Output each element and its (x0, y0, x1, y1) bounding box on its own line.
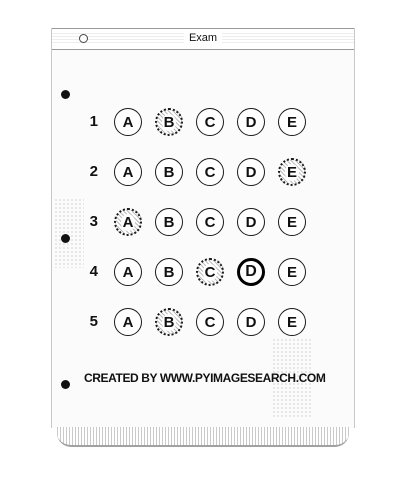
answer-bubble-q5-c[interactable]: C (196, 308, 224, 336)
bubble-letter: C (204, 113, 216, 131)
question-number: 3 (89, 213, 98, 230)
bubble-letter: D (245, 213, 257, 231)
answer-bubble-q5-a[interactable]: A (114, 308, 142, 336)
answer-bubble-q5-d[interactable]: D (237, 308, 265, 336)
bubble-letter: C (202, 263, 218, 281)
exam-sheet: Exam 1ABCDE2ABCDE3ABCDE4ABCDE5ABCDE CREA… (51, 28, 355, 428)
answer-bubble-q1-e[interactable]: E (278, 108, 306, 136)
bubble-letter: E (284, 163, 299, 181)
answer-bubble-q5-b[interactable]: B (155, 308, 183, 336)
answer-bubble-q1-a[interactable]: A (114, 108, 142, 136)
bubble-letter: C (204, 213, 216, 231)
answer-bubble-q3-a[interactable]: A (114, 208, 142, 236)
answer-bubble-q1-c[interactable]: C (196, 108, 224, 136)
answer-bubble-q1-d[interactable]: D (237, 108, 265, 136)
answer-bubble-q2-b[interactable]: B (155, 158, 183, 186)
bubble-letter: A (122, 313, 134, 331)
answer-bubble-q3-d[interactable]: D (237, 208, 265, 236)
bubble-letter: B (163, 163, 175, 181)
answer-bubble-q4-c[interactable]: C (196, 258, 224, 286)
bubble-letter: E (286, 263, 297, 281)
answer-bubble-q3-c[interactable]: C (196, 208, 224, 236)
answer-bubble-q2-e[interactable]: E (278, 158, 306, 186)
credit-text: CREATED BY WWW.PYIMAGESEARCH.COM (84, 371, 326, 385)
bubble-letter: E (286, 113, 297, 131)
bubble-letter: D (245, 163, 257, 181)
question-number: 2 (89, 163, 98, 180)
bubble-letter: D (245, 313, 257, 331)
question-number: 4 (89, 263, 98, 280)
bubble-letter: E (286, 313, 297, 331)
answer-bubble-q3-b[interactable]: B (155, 208, 183, 236)
answer-bubble-q2-d[interactable]: D (237, 158, 265, 186)
page-bottom-edge (57, 427, 349, 447)
bubble-letter: E (286, 213, 297, 231)
bubble-letter: B (161, 313, 177, 331)
bubble-letter: A (122, 163, 134, 181)
bubble-letter: A (122, 113, 134, 131)
bubble-letter: A (122, 263, 134, 281)
bubble-letter: C (204, 313, 216, 331)
answer-bubble-q4-b[interactable]: B (155, 258, 183, 286)
answer-bubble-q2-c[interactable]: C (196, 158, 224, 186)
answer-bubble-q3-e[interactable]: E (278, 208, 306, 236)
bubble-letter: B (161, 113, 177, 131)
bubble-letter: D (245, 113, 257, 131)
bubble-letter: A (120, 213, 136, 231)
bubble-letter: C (204, 163, 216, 181)
answer-bubble-q4-e[interactable]: E (278, 258, 306, 286)
answer-bubble-q2-a[interactable]: A (114, 158, 142, 186)
answer-bubble-q1-b[interactable]: B (155, 108, 183, 136)
answer-bubble-q4-d[interactable]: D (237, 258, 265, 286)
question-number: 5 (89, 313, 98, 330)
answer-grid: 1 A B C D E 2 A B C D E 3 A B C D E 4 A B C D E 5 A B C D E (52, 28, 354, 428)
bubble-letter: B (163, 213, 175, 231)
answer-bubble-q4-a[interactable]: A (114, 258, 142, 286)
bubble-letter: B (163, 263, 175, 281)
question-number: 1 (89, 113, 98, 130)
bubble-letter: D (245, 263, 257, 280)
answer-bubble-q5-e[interactable]: E (278, 308, 306, 336)
